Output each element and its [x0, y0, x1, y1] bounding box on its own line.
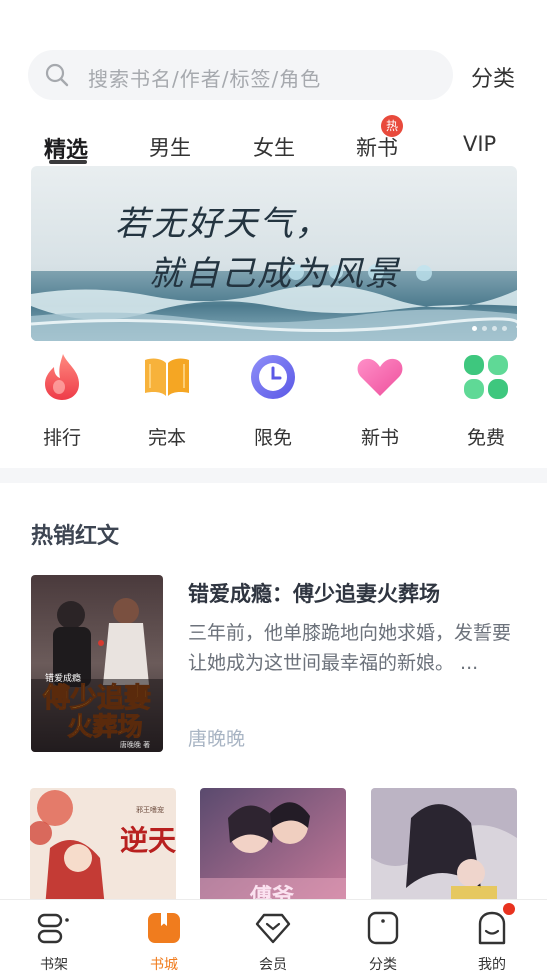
featured-book-description: 三年前，他单膝跪地向她求婚，发誓要让她成为这世间最幸福的新娘。 ...	[188, 622, 512, 674]
cover-title: 逆天	[120, 824, 176, 857]
cover-title-line2: 火葬场	[67, 712, 142, 741]
nav-membership[interactable]: 会员	[238, 910, 308, 974]
book-cover-1[interactable]: 逆天 邪王嗜宠	[30, 788, 176, 908]
nav-label-bookstore: 书城	[150, 957, 178, 973]
search-row: 搜索书名/作者/标签/角色 分类	[28, 50, 528, 100]
diamond-icon	[255, 913, 291, 944]
cover-illustration	[371, 788, 517, 908]
quick-item-ranking[interactable]: 排行	[22, 352, 102, 450]
bookshelf-icon	[37, 913, 69, 944]
nav-label-category: 分类	[369, 957, 397, 973]
quick-label-limited-free: 限免	[253, 427, 292, 449]
quick-item-new-books[interactable]: 新书	[340, 352, 420, 450]
nav-label-membership: 会员	[259, 957, 287, 973]
category-icon	[367, 911, 399, 945]
section-divider	[0, 468, 547, 483]
open-book-icon	[145, 358, 189, 396]
nav-profile[interactable]: 我的	[457, 910, 527, 974]
quick-item-completed[interactable]: 完本	[127, 352, 207, 450]
quick-item-limited-free[interactable]: 限免	[233, 352, 313, 450]
clover-icon	[464, 355, 508, 399]
banner-pagination	[472, 326, 507, 331]
tab-vip[interactable]: VIP	[463, 132, 496, 156]
nav-category[interactable]: 分类	[348, 910, 418, 974]
banner-line2: 就自己成为风景	[149, 254, 401, 294]
tab-female[interactable]: 女生	[253, 132, 295, 162]
book-cover-2[interactable]: 傅爷	[200, 788, 346, 908]
quick-menu: 排行 完本 限免 新书 免费	[0, 352, 547, 450]
heart-icon	[357, 358, 403, 396]
nav-bookstore[interactable]: 书城	[129, 910, 199, 974]
quick-label-new-books: 新书	[360, 427, 399, 449]
clock-icon	[251, 355, 295, 399]
nav-bookshelf[interactable]: 书架	[19, 910, 89, 974]
cover-illustration: 逆天 邪王嗜宠	[30, 788, 176, 908]
hot-badge: 热	[381, 115, 403, 137]
section-title: 热销红文	[31, 524, 120, 549]
bookstore-icon	[148, 913, 180, 943]
cover-illustration: 傅少追妻 火葬场 错爱成瘾 唐晚晚 著	[31, 575, 163, 752]
nav-label-bookshelf: 书架	[40, 957, 68, 973]
cover-author-mark: 唐晚晚 著	[120, 740, 150, 749]
featured-book-cover[interactable]: 傅少追妻 火葬场 错爱成瘾 唐晚晚 著	[31, 575, 163, 752]
category-link[interactable]: 分类	[471, 61, 515, 93]
channel-tabs: 精选 男生 女生 新书 VIP	[0, 128, 547, 164]
quick-label-ranking: 排行	[42, 427, 81, 449]
bottom-navigation: 书架 书城 会员 分类 我的	[0, 899, 547, 974]
cover-series: 错爱成瘾	[45, 672, 81, 684]
book-cover-3[interactable]	[371, 788, 517, 908]
search-input[interactable]: 搜索书名/作者/标签/角色	[28, 50, 453, 100]
nav-label-profile: 我的	[478, 957, 506, 973]
quick-item-free[interactable]: 免费	[446, 352, 526, 450]
cover-subtitle: 邪王嗜宠	[136, 805, 164, 814]
notification-dot	[503, 903, 515, 915]
featured-book-title[interactable]: 错爱成瘾：傅少追妻火葬场	[188, 578, 440, 608]
banner-line1: 若无好天气，	[115, 204, 331, 244]
profile-icon	[478, 911, 506, 945]
cover-illustration: 傅爷	[200, 788, 346, 908]
flame-icon	[45, 354, 79, 400]
search-placeholder: 搜索书名/作者/标签/角色	[88, 67, 322, 91]
promo-banner[interactable]: 若无好天气， 就自己成为风景	[31, 166, 517, 341]
book-grid: 逆天 邪王嗜宠 傅爷	[0, 788, 547, 908]
quick-label-free: 免费	[466, 427, 505, 449]
featured-book-author[interactable]: 唐晚晚	[188, 724, 245, 751]
tab-male[interactable]: 男生	[149, 132, 191, 162]
quick-label-completed: 完本	[147, 427, 186, 449]
cover-title-line1: 傅少追妻	[42, 682, 151, 714]
active-tab-indicator	[49, 160, 87, 164]
featured-book[interactable]: 傅少追妻 火葬场 错爱成瘾 唐晚晚 著 错爱成瘾：傅少追妻火葬场 三年前，他单膝…	[31, 575, 521, 752]
search-icon	[45, 63, 69, 87]
